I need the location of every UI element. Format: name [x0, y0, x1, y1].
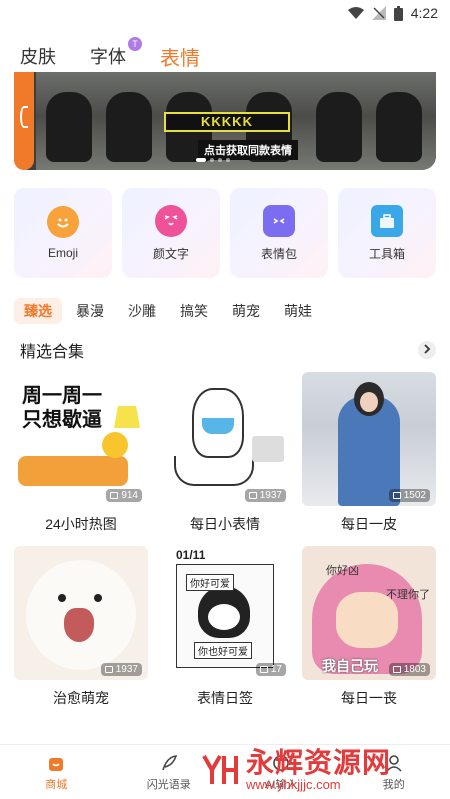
site-watermark: 永辉资源网 www.yhkjjjc.com	[200, 742, 450, 798]
sticker-pack-icon	[263, 204, 295, 237]
category-featured[interactable]: 臻选	[14, 298, 62, 324]
thumbnail-caption: 我自己玩	[322, 658, 378, 674]
collection-card[interactable]: 1937 每日小表情	[158, 372, 292, 534]
collection-card[interactable]: 周一周一 只想歇逼 914 24小时热图	[14, 372, 148, 534]
collection-thumbnail: 你好凶 不理你了 我自己玩 1803	[302, 546, 436, 680]
thumbnail-caption: 不理你了	[386, 589, 430, 601]
battery-icon	[393, 5, 403, 21]
collection-thumbnail: 1937	[14, 546, 148, 680]
tool-sticker-pack[interactable]: 表情包	[230, 188, 328, 278]
image-count-badge: 1502	[388, 489, 430, 502]
nav-label: 闪光语录	[146, 778, 191, 791]
nav-label: 商城	[45, 778, 68, 791]
chevron-right-icon	[423, 341, 431, 359]
tab-emoji[interactable]: 表情	[160, 42, 200, 71]
thumbnail-date: 01/11	[176, 548, 206, 562]
watermark-url: www.yhkjjjc.com	[246, 777, 341, 792]
collection-thumbnail: 1502	[302, 372, 436, 506]
collection-card[interactable]: 1937 治愈萌宠	[14, 546, 148, 708]
image-icon	[104, 666, 113, 673]
collection-grid: 周一周一 只想歇逼 914 24小时热图 1937 每日小表情 1502 每日一…	[14, 372, 436, 708]
image-icon	[392, 666, 401, 673]
image-icon	[392, 492, 401, 499]
wifi-icon	[347, 6, 364, 20]
no-signal-icon	[371, 6, 386, 20]
image-icon	[248, 492, 257, 499]
more-button[interactable]	[418, 341, 436, 359]
category-rage-comics[interactable]: 暴漫	[66, 298, 114, 324]
tool-label: Emoji	[47, 246, 78, 260]
collection-title: 每日小表情	[190, 516, 260, 532]
tab-skin[interactable]: 皮肤	[20, 43, 56, 69]
banner-cta: 点击获取同款表情	[198, 140, 298, 160]
font-badge-icon: T	[128, 37, 142, 51]
collection-title: 表情日签	[197, 690, 253, 706]
image-count-badge: 17	[255, 663, 286, 676]
collection-title: 24小时热图	[45, 516, 117, 532]
banner-person	[46, 92, 92, 162]
collection-card[interactable]: 你好凶 不理你了 我自己玩 1803 每日一丧	[302, 546, 436, 708]
image-count-badge: 1937	[244, 489, 286, 502]
status-time: 4:22	[410, 5, 438, 21]
shop-bag-icon	[46, 753, 66, 773]
image-count-badge: 1803	[388, 663, 430, 676]
section-header: 精选合集	[20, 338, 436, 362]
category-silly[interactable]: 沙雕	[118, 298, 166, 324]
section-title: 精选合集	[20, 344, 85, 361]
category-cute-pets[interactable]: 萌宠	[222, 298, 270, 324]
thumbnail-bubble: 你也好可爱	[194, 642, 252, 659]
watermark-title: 永辉资源网	[246, 747, 392, 778]
tool-label: 表情包	[260, 246, 297, 261]
collection-thumbnail: 1937	[158, 372, 292, 506]
tool-grid: Emoji 颜文字 表情包 工具箱	[14, 188, 436, 278]
speaker-icon	[252, 436, 284, 462]
collection-card[interactable]: 1502 每日一皮	[302, 372, 436, 534]
collection-title: 治愈萌宠	[53, 690, 109, 706]
collection-thumbnail: 周一周一 只想歇逼 914	[14, 372, 148, 506]
top-tabs: 皮肤 字体 T 表情	[0, 36, 450, 76]
banner-tag: KKKKK	[164, 112, 290, 132]
category-tabs: 臻选 暴漫 沙雕 搞笑 萌宠 萌娃	[14, 298, 326, 324]
nav-item-shop[interactable]: 商城	[0, 745, 113, 799]
thumbnail-bubble: 你好可爱	[186, 574, 234, 591]
tool-kaomoji[interactable]: 颜文字	[122, 188, 220, 278]
category-funny[interactable]: 搞笑	[170, 298, 218, 324]
thumbnail-caption: 你好凶	[326, 565, 359, 577]
banner-prev-slide[interactable]	[14, 72, 34, 170]
collection-thumbnail: 01/11 你好可爱 你也好可爱 17	[158, 546, 292, 680]
watermark-logo-icon	[200, 750, 240, 790]
thumbnail-caption: 周一周一 只想歇逼	[22, 385, 102, 431]
image-icon	[110, 492, 119, 499]
tool-label: 颜文字	[152, 246, 189, 261]
tool-emoji[interactable]: Emoji	[14, 188, 112, 278]
collection-title: 每日一皮	[341, 516, 397, 532]
tool-label: 工具箱	[368, 246, 405, 261]
image-count-badge: 1937	[100, 663, 142, 676]
tool-toolbox[interactable]: 工具箱	[338, 188, 436, 278]
collection-card[interactable]: 01/11 你好可爱 你也好可爱 17 表情日签	[158, 546, 292, 708]
banner-person	[316, 92, 362, 162]
tab-font[interactable]: 字体 T	[90, 37, 142, 69]
kaomoji-face-icon	[155, 204, 187, 237]
category-cute-kids[interactable]: 萌娃	[274, 298, 322, 324]
status-bar: 4:22	[0, 0, 450, 26]
banner-pagination	[196, 158, 230, 162]
image-count-badge: 914	[106, 489, 142, 502]
toolbox-icon	[371, 204, 403, 237]
feather-icon	[159, 753, 179, 773]
promo-banner[interactable]: KKKKK 点击获取同款表情	[14, 72, 436, 170]
banner-person	[106, 92, 152, 162]
image-icon	[259, 666, 268, 673]
collection-title: 每日一丧	[341, 690, 397, 706]
banner-person	[376, 92, 422, 162]
smiley-face-icon	[47, 206, 79, 238]
